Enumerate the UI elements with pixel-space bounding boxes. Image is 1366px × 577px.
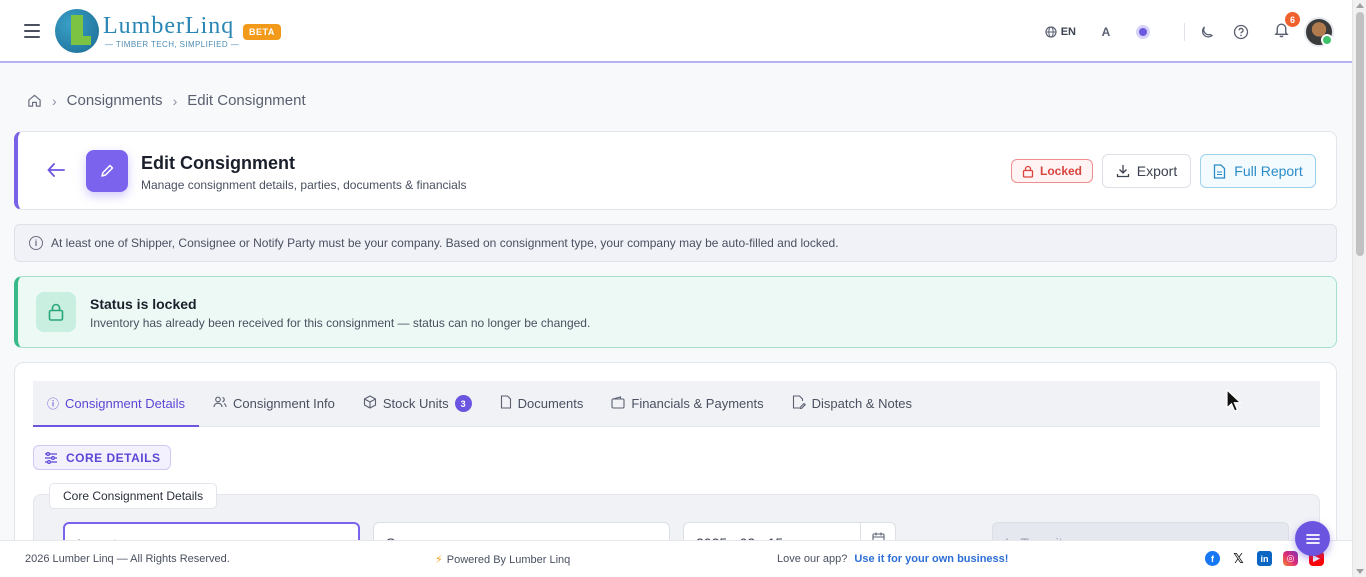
tab-label: Stock Units	[382, 396, 449, 411]
list-icon	[1305, 533, 1320, 544]
download-icon	[1116, 165, 1129, 178]
locked-badge: Locked	[1011, 159, 1094, 183]
beta-badge: BETA	[243, 24, 281, 40]
core-details-pill[interactable]: CORE DETAILS	[33, 445, 172, 470]
back-arrow-icon[interactable]	[46, 160, 66, 180]
help-icon[interactable]	[1233, 24, 1249, 40]
section-label: Core Consignment Details	[49, 483, 218, 509]
top-actions: EN A 6	[1045, 12, 1334, 50]
tab-label: Consignment Info	[232, 396, 335, 411]
promo-link[interactable]: Use it for your own business!	[854, 553, 1008, 565]
menu-icon[interactable]	[24, 24, 40, 38]
info-notice-text: At least one of Shipper, Consignee or No…	[51, 236, 839, 250]
info-notice: i At least one of Shipper, Consignee or …	[14, 224, 1337, 262]
tab-financials-payments[interactable]: Financials & Payments	[597, 381, 777, 426]
notifications-button[interactable]: 6	[1273, 12, 1300, 43]
x-twitter-icon[interactable]: 𝕏	[1231, 551, 1246, 566]
consignment-form-card: ⓘ Consignment Details Consignment Info S…	[14, 362, 1337, 562]
tab-consignment-details[interactable]: ⓘ Consignment Details	[33, 381, 199, 427]
page-title: Edit Consignment	[141, 153, 295, 173]
core-details-label: CORE DETAILS	[66, 450, 161, 465]
scroll-thumb[interactable]	[1356, 12, 1364, 256]
tab-documents[interactable]: Documents	[486, 381, 598, 426]
page-header-card: Edit Consignment Manage consignment deta…	[14, 131, 1337, 210]
promo-text: Love our app?	[777, 553, 848, 565]
tab-dispatch-notes[interactable]: Dispatch & Notes	[778, 381, 926, 426]
home-icon[interactable]	[27, 93, 42, 108]
tab-bar: ⓘ Consignment Details Consignment Info S…	[33, 381, 1320, 427]
footer-copyright: 2026 Lumber Linq — All Rights Reserved.	[25, 553, 230, 565]
stock-units-count-badge: 3	[454, 395, 472, 412]
font-size-toggle[interactable]: A	[1098, 24, 1114, 40]
lock-icon	[36, 292, 76, 332]
lock-icon	[1022, 165, 1034, 178]
logo-tagline: — TIMBER TECH, SIMPLIFIED —	[105, 40, 240, 49]
box-icon	[363, 395, 377, 412]
locked-label: Locked	[1040, 164, 1083, 178]
footer: 2026 Lumber Linq — All Rights Reserved. …	[0, 540, 1352, 577]
avatar[interactable]	[1304, 17, 1334, 47]
language-selector[interactable]: EN	[1045, 26, 1076, 38]
chevron-right-icon: ›	[172, 92, 178, 109]
status-message: Inventory has already been received for …	[90, 316, 591, 330]
status-title: Status is locked	[90, 296, 197, 312]
tab-label: Dispatch & Notes	[811, 396, 913, 411]
tab-consignment-info[interactable]: Consignment Info	[199, 381, 349, 426]
info-icon: ⓘ	[47, 397, 60, 411]
divider	[1184, 23, 1185, 41]
scroll-down-arrow[interactable]	[1356, 569, 1364, 574]
export-button[interactable]: Export	[1102, 154, 1191, 188]
top-bar: LumberLinq — TIMBER TECH, SIMPLIFIED — B…	[0, 0, 1352, 63]
chevron-right-icon: ›	[52, 92, 57, 109]
breadcrumb-current: Edit Consignment	[187, 92, 306, 109]
notification-count-badge: 6	[1285, 12, 1300, 27]
facebook-icon[interactable]: f	[1205, 551, 1220, 566]
page-scrollbar[interactable]	[1352, 0, 1366, 577]
menu-fab[interactable]	[1295, 521, 1330, 556]
theme-color-toggle[interactable]	[1136, 25, 1150, 39]
bolt-icon: ⚡	[435, 554, 443, 566]
instagram-icon[interactable]: ◎	[1283, 551, 1298, 566]
info-icon: i	[29, 236, 43, 250]
logo-name: LumberLinq	[103, 13, 235, 39]
sliders-icon	[45, 451, 57, 464]
powered-label: Powered By Lumber Linq	[446, 553, 571, 566]
full-report-button[interactable]: Full Report	[1200, 154, 1316, 188]
file-pdf-icon	[1214, 163, 1226, 179]
linkedin-icon[interactable]: in	[1257, 551, 1272, 566]
breadcrumb-consignments[interactable]: Consignments	[67, 92, 163, 109]
full-report-label: Full Report	[1234, 163, 1303, 179]
file-edit-icon	[792, 395, 806, 412]
page-subtitle: Manage consignment details, parties, doc…	[141, 178, 467, 192]
moon-icon[interactable]	[1199, 24, 1215, 40]
scroll-up-arrow[interactable]	[1356, 3, 1364, 8]
export-label: Export	[1136, 163, 1178, 179]
logo-mark	[55, 9, 99, 53]
footer-promo: Love our app? Use it for your own busine…	[777, 553, 1008, 565]
tab-stock-units[interactable]: Stock Units 3	[349, 381, 486, 426]
status-locked-card: Status is locked Inventory has already b…	[14, 276, 1337, 348]
language-label: EN	[1060, 26, 1076, 38]
users-icon	[213, 396, 227, 411]
tab-label: Documents	[517, 396, 584, 411]
file-icon	[500, 395, 512, 412]
globe-icon	[1045, 26, 1057, 38]
tab-label: Financials & Payments	[631, 396, 764, 411]
wallet-icon	[611, 395, 625, 412]
tab-label: Consignment Details	[65, 396, 185, 411]
logo[interactable]: LumberLinq — TIMBER TECH, SIMPLIFIED —	[55, 9, 239, 55]
footer-powered-by: ⚡ Powered By Lumber Linq	[435, 553, 571, 567]
pencil-icon	[86, 150, 128, 192]
breadcrumb: › Consignments › Edit Consignment	[27, 92, 306, 109]
